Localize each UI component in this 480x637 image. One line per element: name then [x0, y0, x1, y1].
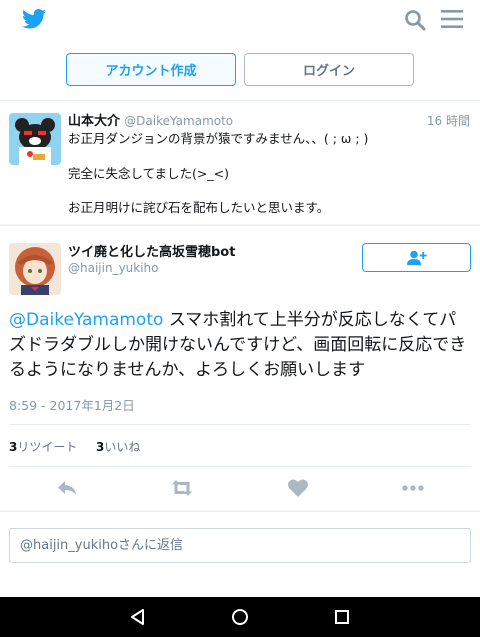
- search-icon[interactable]: [403, 8, 427, 32]
- reply-bar: [0, 511, 480, 597]
- login-button[interactable]: ログイン: [244, 53, 414, 86]
- tweet-time[interactable]: 16 時間: [427, 112, 470, 129]
- avatar[interactable]: [9, 243, 61, 295]
- back-icon[interactable]: [128, 607, 148, 627]
- top-bar: アカウント作成 ログイン: [0, 0, 480, 100]
- home-icon[interactable]: [230, 607, 250, 627]
- retweet-icon[interactable]: [171, 478, 193, 498]
- divider: [9, 424, 471, 425]
- author-handle[interactable]: @haijin_yukiho: [68, 261, 159, 275]
- retweet-label: リツイート: [17, 440, 78, 454]
- author-name[interactable]: 山本大介: [68, 114, 120, 129]
- like-label: いいね: [104, 440, 141, 454]
- tweet-text: @DaikeYamamoto スマホ割れて上半分が反応しなくてパズドラダブルしか…: [9, 308, 471, 383]
- reply-icon[interactable]: [56, 478, 78, 498]
- author-name[interactable]: ツイ廃と化した高坂雪穂bot: [68, 241, 235, 260]
- follow-icon: [406, 250, 427, 265]
- more-icon[interactable]: [402, 478, 424, 498]
- retweet-stat[interactable]: 3リツイート: [9, 438, 77, 455]
- signup-button[interactable]: アカウント作成: [66, 53, 236, 86]
- author-handle[interactable]: @DaikeYamamoto: [124, 114, 233, 128]
- android-nav-bar: [0, 597, 480, 637]
- tweet-text-line: お正月ダンジョンの背景が猿ですみません、、( ; ω ; ): [68, 131, 369, 146]
- menu-icon[interactable]: [441, 9, 463, 29]
- like-stat[interactable]: 3いいね: [96, 438, 140, 455]
- like-icon[interactable]: [287, 478, 309, 498]
- focused-tweet: ツイ廃と化した高坂雪穂bot @haijin_yukiho @DaikeYama…: [0, 225, 480, 510]
- follow-button[interactable]: [362, 243, 471, 272]
- tweet-text-line: お正月明けに詫び石を配布したいと思います。: [68, 200, 330, 215]
- tweet-text-line: 完全に失念してました(>_<): [68, 166, 229, 181]
- tweet-timestamp[interactable]: 8:59 - 2017年1月2日: [9, 395, 135, 414]
- twitter-bird-icon[interactable]: [22, 9, 46, 29]
- divider: [9, 466, 471, 467]
- reply-input[interactable]: [9, 528, 471, 563]
- tweet-card[interactable]: 山本大介 @DaikeYamamoto 16 時間 お正月ダンジョンの背景が猿で…: [0, 100, 480, 224]
- avatar[interactable]: [9, 113, 61, 165]
- mention-link[interactable]: @DaikeYamamoto: [9, 310, 163, 330]
- recents-icon[interactable]: [332, 607, 352, 627]
- author-line: 山本大介 @DaikeYamamoto: [68, 110, 233, 129]
